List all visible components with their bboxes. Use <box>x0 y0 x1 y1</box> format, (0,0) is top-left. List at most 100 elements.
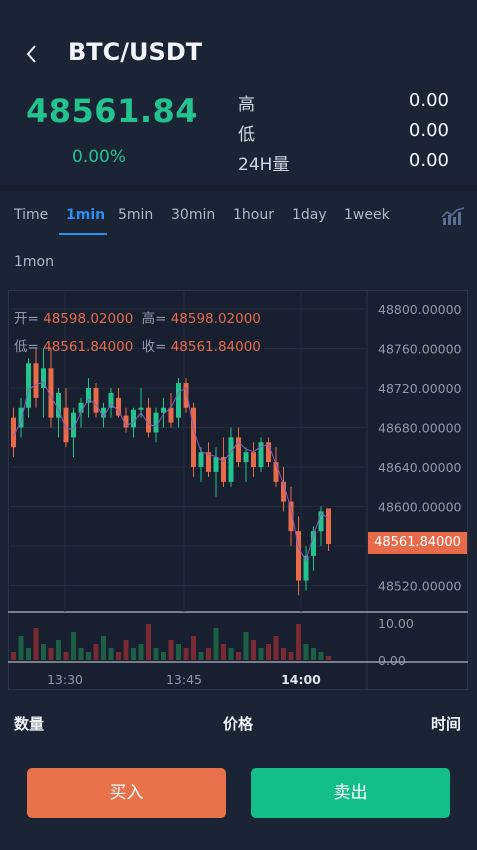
volume-bar <box>56 640 61 660</box>
price-axis-label: 48760.00000 <box>378 342 462 357</box>
price-axis-label: 48640.00000 <box>378 460 462 475</box>
tab-1week[interactable]: 1week <box>344 207 390 223</box>
volume-bar <box>198 652 204 660</box>
volume-bar <box>176 644 181 660</box>
volume-bar <box>296 624 301 660</box>
candle-body <box>33 363 39 398</box>
volume-bar <box>228 648 234 660</box>
volume-bar <box>281 648 286 660</box>
tab-time[interactable]: Time <box>14 207 48 223</box>
sell-button[interactable]: 卖出 <box>251 768 450 818</box>
interval-tabs: Time 1min 5min 30min 1hour 1day 1week 1m… <box>0 191 477 287</box>
volume-bar <box>213 628 219 660</box>
volume-bar <box>123 640 129 660</box>
candle-body <box>236 437 241 463</box>
volume-bar <box>63 652 69 660</box>
candle-body <box>116 397 121 416</box>
high-label: 高= <box>141 311 167 327</box>
stat-low-value: 0.00 <box>408 120 449 141</box>
volume-bar <box>146 624 151 660</box>
open-label: 开= <box>14 311 39 327</box>
volume-bar <box>221 644 226 660</box>
close-value: 48561.84000 <box>170 339 261 355</box>
price-axis-label: 48520.00000 <box>378 579 462 594</box>
tab-30min[interactable]: 30min <box>171 207 215 223</box>
candle-body <box>213 457 219 472</box>
volume-bar <box>311 648 316 660</box>
pair-title: BTC/USDT <box>68 38 203 66</box>
volume-bar <box>131 648 136 660</box>
col-quantity: 数量 <box>14 715 45 733</box>
candle-body <box>198 452 204 467</box>
candle-body <box>326 508 331 545</box>
back-arrow-icon[interactable] <box>22 40 44 68</box>
volume-bar <box>153 648 159 660</box>
volume-bar <box>33 628 39 660</box>
volume-bar <box>101 636 106 660</box>
volume-bar <box>93 644 99 660</box>
col-price: 价格 <box>223 715 254 733</box>
tab-5min[interactable]: 5min <box>118 207 153 223</box>
volume-bar <box>191 636 196 660</box>
indicator-chart-icon[interactable] <box>441 206 465 226</box>
candle-body <box>138 407 144 410</box>
stat-low-label: 低 <box>238 125 255 145</box>
candle-body <box>153 412 159 433</box>
legend-row-1: 开= 48598.02000 高= 48598.02000 <box>14 307 261 327</box>
candle-body <box>93 388 99 413</box>
volume-bar <box>71 632 76 660</box>
candle-body <box>251 452 256 467</box>
volume-bar <box>26 648 31 660</box>
volume-bar <box>206 648 211 660</box>
volume-bar <box>41 644 46 660</box>
volume-bar <box>78 648 84 660</box>
volume-bar <box>161 652 166 660</box>
price-axis-label: 48600.00000 <box>378 500 462 515</box>
tab-1day[interactable]: 1day <box>292 207 327 223</box>
col-time: 时间 <box>431 715 462 733</box>
volume-bar <box>108 648 114 660</box>
tab-1mon[interactable]: 1mon <box>14 254 54 270</box>
tab-1hour[interactable]: 1hour <box>233 207 274 223</box>
volume-bar <box>288 652 294 660</box>
candle-body <box>131 409 136 428</box>
legend-row-2: 低= 48561.84000 收= 48561.84000 <box>14 335 261 355</box>
close-label: 收= <box>141 339 167 355</box>
price-axis-label: 48800.00000 <box>378 302 462 317</box>
buy-button[interactable]: 买入 <box>27 768 226 818</box>
active-tab-indicator <box>59 233 107 235</box>
price-axis-label: 48680.00000 <box>378 421 462 436</box>
volume-bar <box>303 644 309 660</box>
volume-bar <box>318 652 324 660</box>
volume-bar <box>236 652 241 660</box>
open-value: 48598.02000 <box>43 311 134 327</box>
time-axis-label: 14:00 <box>281 672 321 687</box>
change-percent: 0.00% <box>72 147 127 167</box>
volume-bar <box>11 652 16 660</box>
price-axis-label: 48720.00000 <box>378 381 462 396</box>
low-value: 48561.84000 <box>43 339 134 355</box>
stat-volume-label: 24H量 <box>238 155 290 175</box>
candle-body <box>228 437 234 482</box>
tab-1min[interactable]: 1min <box>66 207 105 223</box>
stat-high-value: 0.00 <box>408 90 449 111</box>
volume-axis-label: 0.00 <box>378 653 406 668</box>
stat-high-label: 高 <box>238 95 255 115</box>
candle-body <box>26 363 31 408</box>
volume-bar <box>168 640 174 660</box>
volume-bar <box>266 644 271 660</box>
stat-volume-value: 0.00 <box>408 150 449 171</box>
candle-body <box>191 407 196 467</box>
volume-bar <box>86 652 91 660</box>
volume-bar <box>273 636 279 660</box>
volume-bar <box>48 648 54 660</box>
volume-bar <box>138 644 144 660</box>
volume-bar <box>243 632 249 660</box>
current-price: 48561.84 <box>26 92 199 130</box>
volume-axis-label: 10.00 <box>378 616 414 631</box>
time-axis-label: 13:30 <box>47 672 83 687</box>
volume-bar <box>251 640 256 660</box>
candle-body <box>146 407 151 433</box>
header: BTC/USDT 48561.84 0.00% 高 0.00 低 0.00 24… <box>0 0 477 185</box>
volume-bar <box>326 656 331 660</box>
